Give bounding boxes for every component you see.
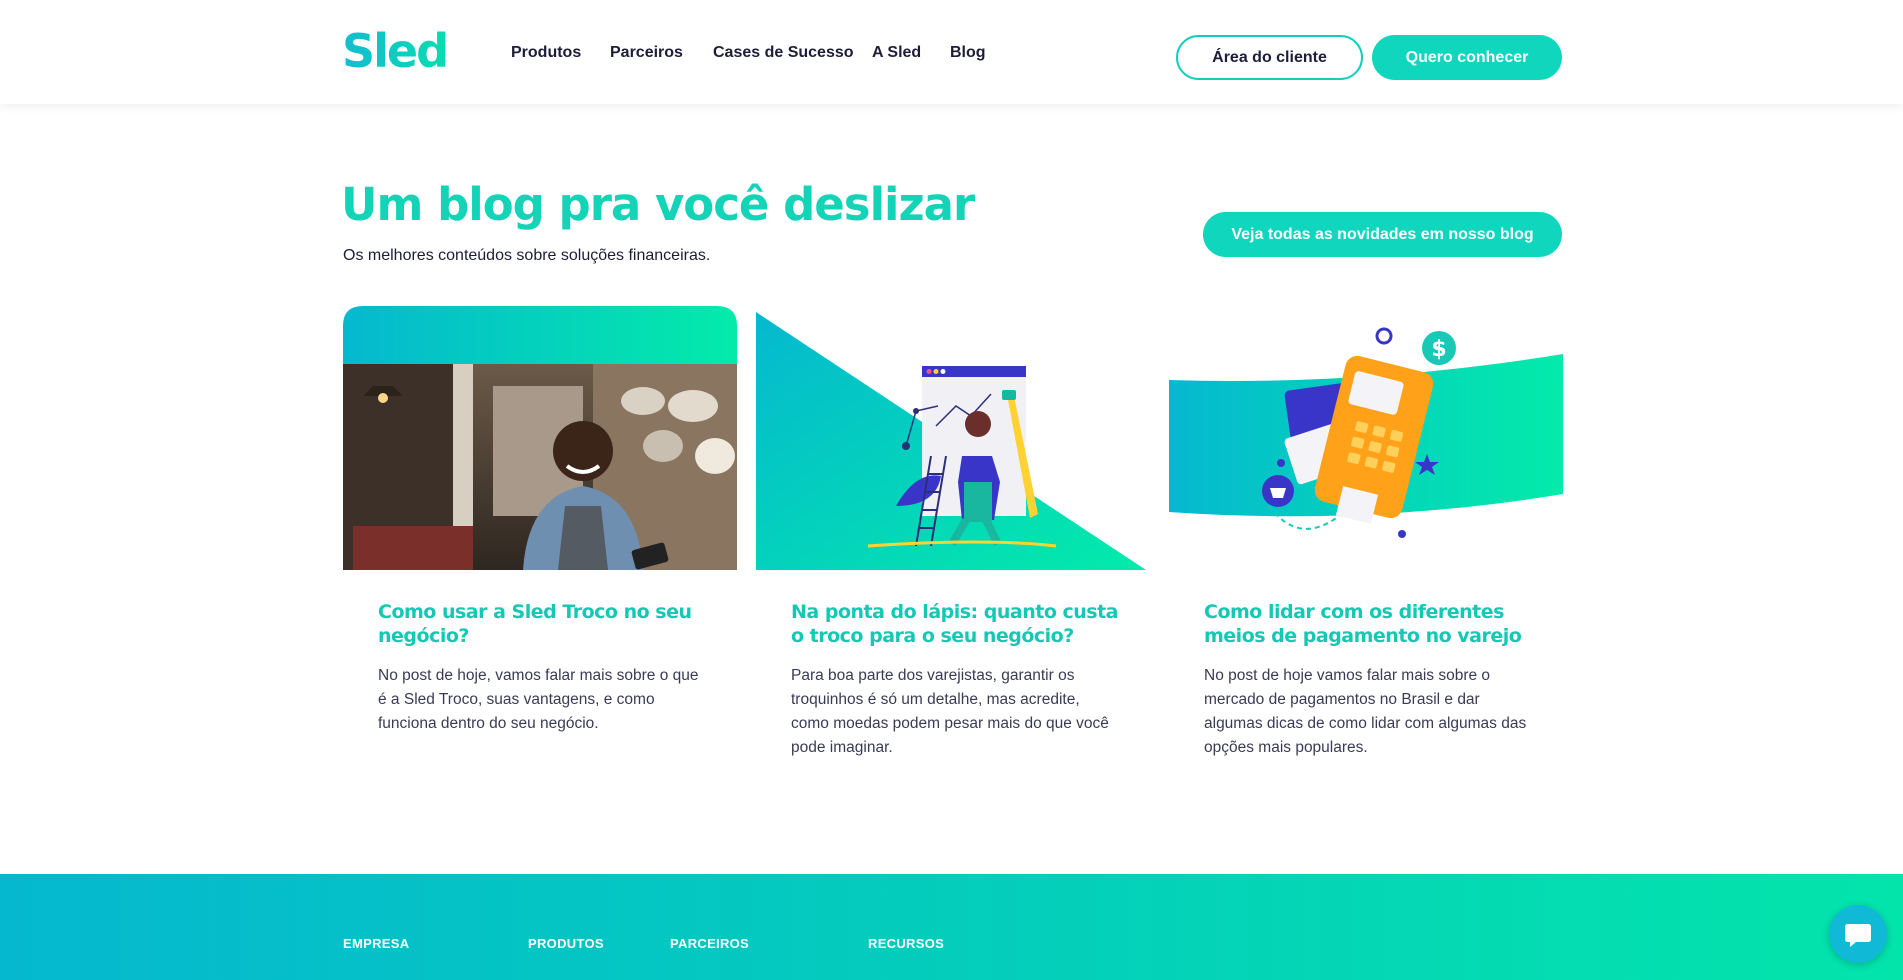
card-title[interactable]: Como lidar com os diferentes meios de pa…	[1204, 600, 1534, 648]
site-header: Sled Produtos Parceiros Cases de Sucesso…	[0, 0, 1903, 104]
nav-a-sled[interactable]: A Sled	[872, 44, 921, 62]
view-blog-button[interactable]: Veja todas as novidades em nosso blog	[1203, 212, 1562, 257]
nav-cases-de-sucesso[interactable]: Cases de Sucesso	[713, 44, 854, 62]
blog-card[interactable]: Como usar a Sled Troco no seu negócio? N…	[343, 306, 737, 766]
footer-heading-recursos: RECURSOS	[868, 936, 945, 951]
footer-heading-parceiros: PARCEIROS	[670, 936, 750, 951]
chat-bubble-icon	[1845, 924, 1871, 947]
blog-card[interactable]: Na ponta do lápis: quanto custa o troco …	[756, 306, 1150, 766]
nav-blog[interactable]: Blog	[950, 44, 986, 62]
section-title: Um blog pra você deslizar	[341, 178, 975, 231]
svg-text:$: $	[1431, 337, 1446, 362]
blog-card[interactable]: $ Como lidar com os diferentes meios de …	[1169, 306, 1563, 766]
card-excerpt: No post de hoje vamos falar mais sobre o…	[1204, 667, 1527, 756]
payment-terminal-illustration: $	[1169, 327, 1563, 538]
chat-button[interactable]	[1829, 905, 1887, 963]
nav-produtos[interactable]: Produtos	[511, 44, 581, 62]
footer-heading-empresa: EMPRESA	[343, 936, 410, 951]
card-excerpt: No post de hoje, vamos falar mais sobre …	[378, 667, 699, 732]
card-title[interactable]: Na ponta do lápis: quanto custa o troco …	[791, 600, 1121, 648]
sled-logo[interactable]: Sled	[342, 28, 449, 74]
card-excerpt: Para boa parte dos varejistas, garantir …	[791, 667, 1109, 756]
card-title[interactable]: Como usar a Sled Troco no seu negócio?	[378, 600, 708, 648]
shopkeeper-photo	[343, 306, 737, 570]
footer-heading-produtos: PRODUTOS	[528, 936, 604, 951]
nav-parceiros[interactable]: Parceiros	[610, 44, 683, 62]
client-area-button[interactable]: Área do cliente	[1176, 35, 1363, 80]
site-footer: EMPRESA PRODUTOS PARCEIROS RECURSOS	[0, 874, 1903, 980]
cta-button[interactable]: Quero conhecer	[1372, 35, 1562, 80]
pencil-illustration	[756, 312, 1146, 570]
section-subtitle: Os melhores conteúdos sobre soluções fin…	[343, 247, 711, 264]
